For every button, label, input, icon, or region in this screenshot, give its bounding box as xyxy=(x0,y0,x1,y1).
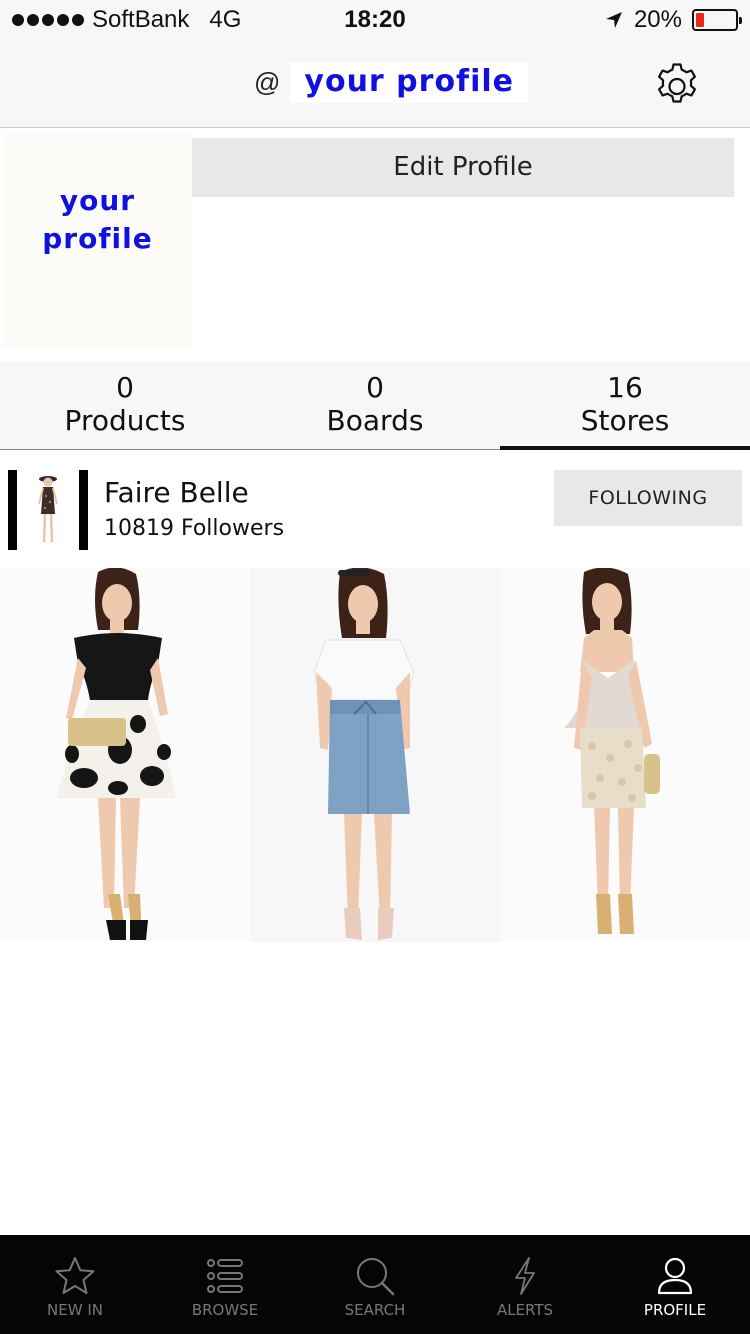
product-photo-denim-skirt xyxy=(250,568,500,942)
avatar-text-line2: profile xyxy=(42,222,153,255)
store-thumbnail-image xyxy=(17,470,79,550)
product-image[interactable] xyxy=(500,568,750,942)
tab-label: BROWSE xyxy=(191,1301,259,1319)
avatar-text-line1: your xyxy=(59,184,136,217)
tab-search[interactable]: SEARCH xyxy=(300,1235,450,1334)
store-thumbnail[interactable] xyxy=(8,470,88,550)
search-icon xyxy=(357,1258,395,1296)
product-photo-black-floral-dress xyxy=(0,568,250,942)
profile-avatar[interactable]: your profile xyxy=(3,134,192,348)
stat-count: 0 xyxy=(116,371,134,404)
tab-products[interactable]: 0 Products xyxy=(0,362,250,449)
edit-profile-button[interactable]: Edit Profile xyxy=(192,138,734,197)
list-icon xyxy=(207,1259,243,1293)
tab-label: SEARCH xyxy=(344,1301,406,1319)
at-symbol: @ xyxy=(254,67,281,97)
gear-icon[interactable] xyxy=(652,60,702,110)
product-image[interactable] xyxy=(0,568,250,942)
stat-label: Products xyxy=(64,404,186,437)
product-photo-peplum-lace-set xyxy=(500,568,750,942)
avatar-text: your profile xyxy=(3,182,192,258)
store-name[interactable]: Faire Belle xyxy=(104,476,249,509)
lightning-icon xyxy=(515,1257,535,1295)
stat-label: Stores xyxy=(580,404,670,437)
stat-count: 16 xyxy=(607,371,643,404)
store-list-item[interactable]: Faire Belle 10819 Followers FOLLOWING xyxy=(0,466,750,556)
tab-label: ALERTS xyxy=(496,1301,554,1319)
person-icon xyxy=(657,1257,693,1295)
profile-stats-tabs: 0 Products 0 Boards 16 Stores xyxy=(0,362,750,450)
battery-percent: 20% xyxy=(633,6,682,33)
tab-bar: NEW IN BROWSE SEARCH ALERTS PROFILE xyxy=(0,1235,750,1334)
stat-count: 0 xyxy=(366,371,384,404)
tab-profile[interactable]: PROFILE xyxy=(600,1235,750,1334)
status-bar: SoftBank 4G 18:20 20% xyxy=(0,0,750,40)
tab-new-in[interactable]: NEW IN xyxy=(0,1235,150,1334)
product-image[interactable] xyxy=(250,568,500,942)
battery-fill xyxy=(696,13,704,27)
store-followers: 10819 Followers xyxy=(104,516,285,541)
status-right: 20% xyxy=(604,6,742,34)
tab-label: PROFILE xyxy=(643,1301,707,1319)
tab-boards[interactable]: 0 Boards xyxy=(250,362,500,449)
nav-title: @ your profile xyxy=(254,62,529,103)
tab-alerts[interactable]: ALERTS xyxy=(450,1235,600,1334)
store-products xyxy=(0,568,750,942)
tab-stores[interactable]: 16 Stores xyxy=(500,362,750,450)
star-icon xyxy=(55,1257,95,1294)
location-arrow-icon xyxy=(605,12,622,28)
following-button[interactable]: FOLLOWING xyxy=(554,470,742,526)
battery-icon xyxy=(692,9,742,31)
stat-label: Boards xyxy=(326,404,424,437)
tab-browse[interactable]: BROWSE xyxy=(150,1235,300,1334)
tab-label: NEW IN xyxy=(47,1301,103,1319)
nav-bar: @ your profile xyxy=(0,40,750,128)
username-title: your profile xyxy=(290,62,529,103)
